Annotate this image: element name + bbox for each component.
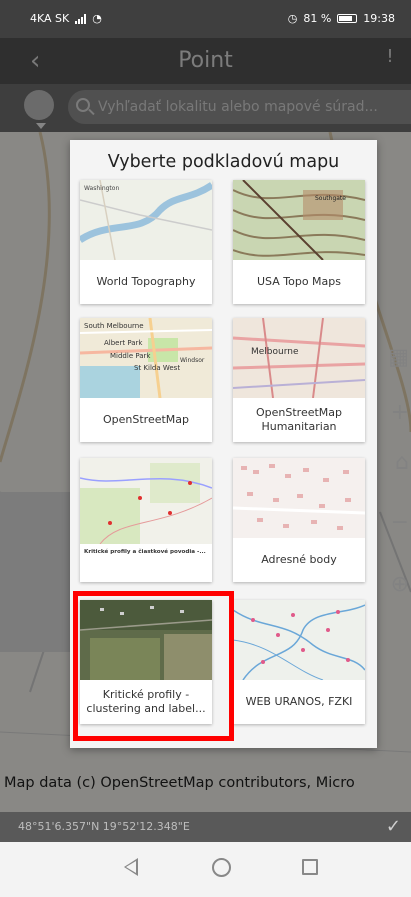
basemap-label: OpenStreetMap (102, 413, 190, 426)
clock: 19:38 (363, 12, 395, 25)
basemap-tile-adresne-body[interactable]: Adresné body (233, 458, 365, 582)
thumb-label: South Melbourne (84, 322, 144, 330)
basemap-label: WEB URANOS, FZKI (245, 695, 353, 708)
basemap-label: World Topography (96, 275, 196, 288)
thumb-label: Windsor (180, 357, 205, 364)
battery-icon (337, 14, 358, 23)
signal-icon (75, 13, 87, 24)
carrier-label: 4KA SK (30, 12, 70, 25)
nav-back-icon[interactable] (124, 858, 138, 876)
thumb-label: Albert Park (104, 339, 143, 347)
basemap-thumbnail: Washington (80, 180, 212, 260)
coordinates-bar: 48°51'6.357"N 19°52'12.348"E ✓ (0, 812, 411, 842)
basemap-thumbnail: Melbourne (233, 318, 365, 398)
basemap-tile-osm-humanitarian[interactable]: Melbourne OpenStreetMap Humanitarian (233, 318, 365, 442)
nav-home-icon[interactable] (212, 858, 231, 877)
basemap-tile-kriticke-profily-povodia[interactable]: Kritické profily a čiastkové povodia -..… (80, 458, 212, 582)
basemap-tile-usa-topo[interactable]: Southgate USA Topo Maps (233, 180, 365, 304)
thumb-label: Middle Park (110, 352, 151, 360)
basemap-thumbnail (233, 458, 365, 538)
thumb-label: Melbourne (251, 347, 299, 357)
basemap-label: Kritické profily a čiastkové povodia -..… (84, 549, 206, 555)
system-nav-bar (0, 842, 411, 897)
basemap-thumbnail: South Melbourne Albert Park Middle Park … (80, 318, 212, 398)
dialog-title: Vyberte podkladovú mapu (107, 152, 340, 172)
basemap-thumbnail: Southgate (233, 180, 365, 260)
battery-percent: 81 % (303, 12, 332, 25)
alarm-icon: ◷ (287, 12, 298, 25)
thumb-label: St Kilda West (134, 364, 180, 372)
basemap-tile-world-topography[interactable]: Washington World Topography (80, 180, 212, 304)
basemap-thumbnail (233, 600, 365, 680)
coordinates-readout: 48°51'6.357"N 19°52'12.348"E (18, 820, 190, 833)
wifi-icon: ◔ (92, 12, 102, 25)
basemap-thumbnail (80, 458, 212, 544)
basemap-label: Adresné body (261, 553, 337, 566)
check-icon[interactable]: ✓ (386, 812, 401, 842)
basemap-tile-web-uranos[interactable]: WEB URANOS, FZKI (233, 600, 365, 724)
app-screen: Map data (c) OpenStreetMap contributors,… (0, 0, 411, 897)
basemap-tile-openstreetmap[interactable]: South Melbourne Albert Park Middle Park … (80, 318, 212, 442)
thumb-label: Southgate (315, 195, 346, 202)
status-bar: 4KA SK ◔ ◷ 81 % 19:38 (0, 0, 411, 38)
thumb-label: Washington (84, 185, 119, 192)
selection-highlight-frame (73, 591, 234, 741)
basemap-label: OpenStreetMap Humanitarian (255, 406, 343, 433)
basemap-label: USA Topo Maps (257, 275, 341, 288)
nav-recents-icon[interactable] (302, 859, 318, 875)
